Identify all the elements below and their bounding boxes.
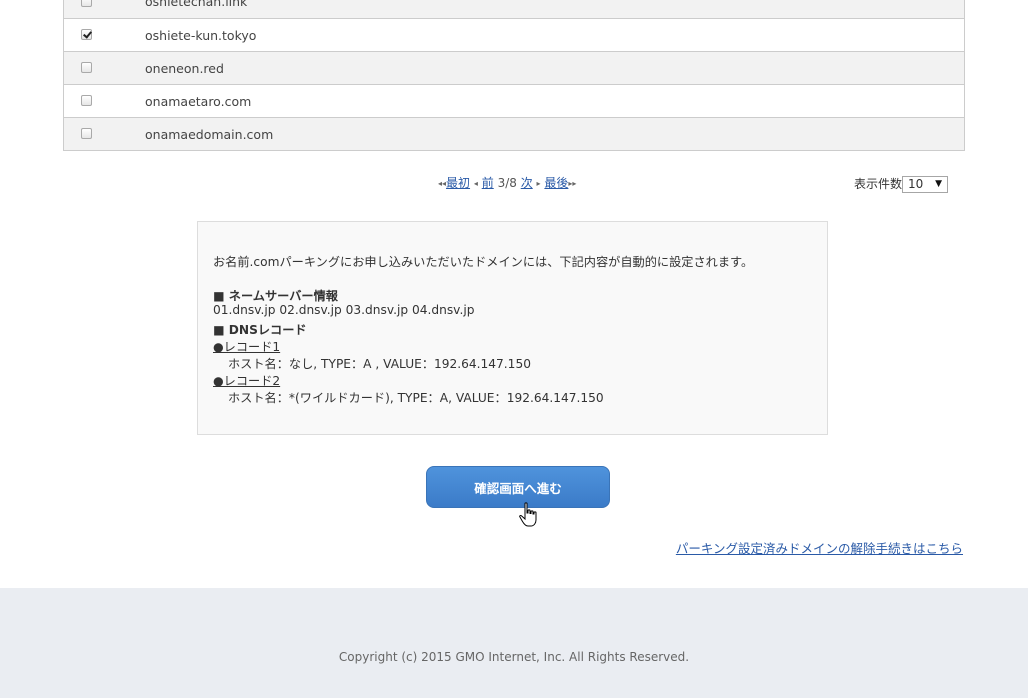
nameserver-values: 01.dnsv.jp 02.dnsv.jp 03.dnsv.jp 04.dnsv… xyxy=(213,303,475,317)
first-arrow-icon: ◂◂ xyxy=(438,179,447,188)
dropdown-caret-icon: ▼ xyxy=(935,179,943,189)
per-page-select[interactable]: 10 ▼ xyxy=(902,176,949,193)
copyright-text: Copyright (c) 2015 GMO Internet, Inc. Al… xyxy=(338,650,690,664)
info-intro: お名前.comパーキングにお申し込みいただいたドメインには、下記内容が自動的に設… xyxy=(213,255,754,269)
first-page-link[interactable]: 最初 xyxy=(446,176,470,190)
table-row: oshiete-kun.tokyo xyxy=(64,18,964,51)
last-page-link[interactable]: 最後 xyxy=(544,176,568,190)
page-indicator: 3/8 xyxy=(497,176,517,190)
domain-checkbox[interactable] xyxy=(81,95,92,106)
domain-name: oneneon.red xyxy=(145,60,224,76)
release-parking-link[interactable]: パーキング設定済みドメインの解除手続きはこちら xyxy=(676,538,963,557)
table-row: oneneon.red xyxy=(64,51,964,84)
dns-info-box: お名前.comパーキングにお申し込みいただいたドメインには、下記内容が自動的に設… xyxy=(197,221,828,435)
prev-page-link[interactable]: 前 xyxy=(482,176,494,190)
domain-name: onamaedomain.com xyxy=(145,126,274,142)
per-page-value: 10 xyxy=(908,177,924,191)
table-row: onamaetaro.com xyxy=(64,84,964,117)
footer: Copyright (c) 2015 GMO Internet, Inc. Al… xyxy=(0,588,1028,698)
record1-value: ホスト名：なし, TYPE：A , VALUE：192.64.147.150 xyxy=(228,357,531,371)
record2-title: ●レコード2 xyxy=(213,374,281,388)
dns-record-heading: ■ DNSレコード xyxy=(213,323,307,337)
domain-checkbox[interactable] xyxy=(81,0,92,7)
per-page-label: 表示件数 xyxy=(854,177,903,191)
table-row: oshietechan.link xyxy=(64,0,964,18)
domain-checkbox[interactable] xyxy=(81,29,92,40)
table-row: onamaedomain.com xyxy=(64,117,964,150)
domain-name: oshietechan.link xyxy=(145,0,248,9)
record1-title: ●レコード1 xyxy=(213,340,281,354)
domain-name: oshiete-kun.tokyo xyxy=(145,27,257,43)
domain-checkbox[interactable] xyxy=(81,62,92,73)
next-page-link[interactable]: 次 xyxy=(521,176,533,190)
record2-value: ホスト名：*(ワイルドカード), TYPE：A, VALUE：192.64.14… xyxy=(228,391,604,405)
hand-cursor-icon xyxy=(519,502,537,527)
per-page-control: 表示件数 10 ▼ xyxy=(854,175,949,193)
prev-arrow-icon: ◂ xyxy=(473,179,478,188)
next-arrow-icon: ▸ xyxy=(536,179,541,188)
nameserver-heading: ■ ネームサーバー情報 xyxy=(213,289,338,303)
domain-table: oshietechan.link oshiete-kun.tokyo onene… xyxy=(63,0,965,151)
last-arrow-icon: ▸▸ xyxy=(568,179,577,188)
domain-name: onamaetaro.com xyxy=(145,93,252,109)
domain-checkbox[interactable] xyxy=(81,128,92,139)
